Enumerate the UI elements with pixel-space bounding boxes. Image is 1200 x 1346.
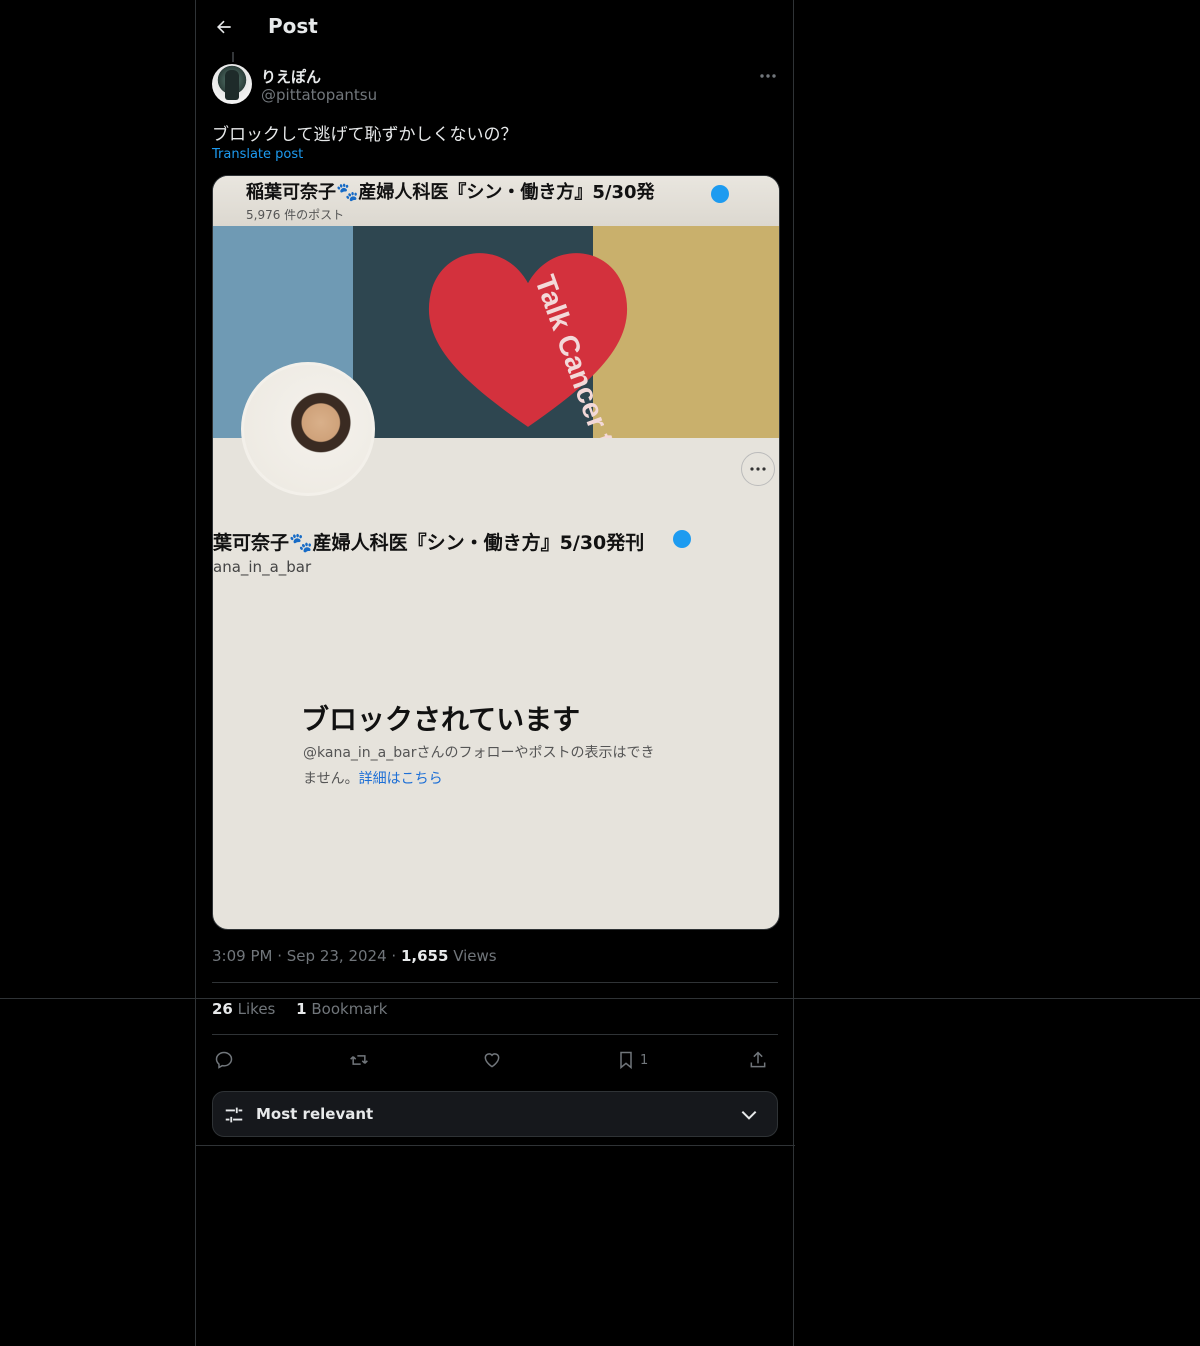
- media-post-count: 5,976 件のポスト: [246, 208, 345, 222]
- divider: [196, 1145, 795, 1146]
- blocked-desc: @kana_in_a_barさんのフォローやポストの表示はでき: [303, 745, 655, 761]
- blocked-title: ブロックされています: [301, 703, 581, 736]
- post-image[interactable]: Talk Cancer to Save Us 稲葉可奈子🐾産婦人科医『シン・働き…: [212, 175, 780, 930]
- repost-button[interactable]: [348, 1046, 370, 1074]
- avatar[interactable]: [212, 64, 252, 104]
- media-header: 稲葉可奈子🐾産婦人科医『シン・働き方』5/30発 5,976 件のポスト: [213, 176, 779, 226]
- blocked-desc-2: ません。: [303, 771, 359, 787]
- translate-link[interactable]: Translate post: [212, 147, 303, 162]
- more-button[interactable]: [756, 64, 780, 88]
- author-name[interactable]: りえぽん: [261, 66, 321, 87]
- media-profile-name: 葉可奈子🐾産婦人科医『シン・働き方』5/30発刊: [213, 532, 645, 554]
- reply-icon: [215, 1051, 233, 1069]
- sort-dropdown[interactable]: Most relevant: [212, 1091, 778, 1137]
- divider: [212, 982, 778, 983]
- back-button[interactable]: [210, 13, 238, 41]
- views-label: Views: [453, 947, 497, 965]
- media-profile-handle: ana_in_a_bar: [213, 558, 312, 576]
- share-icon: [750, 1051, 766, 1068]
- top-bar: Post: [196, 0, 793, 53]
- sort-label: Most relevant: [256, 1105, 374, 1123]
- views-count: 1,655: [400, 947, 449, 965]
- page-title: Post: [268, 14, 318, 38]
- bookmarks-stat[interactable]: 1 Bookmark: [296, 1000, 387, 1018]
- more-icon: [760, 74, 776, 78]
- main-column: Post りえぽん @pittatopantsu ブロックして逃げて恥ずかしくな…: [195, 0, 795, 1346]
- heart-icon: [484, 1053, 500, 1068]
- media-header-title: 稲葉可奈子🐾産婦人科医『シン・働き方』5/30発: [246, 182, 655, 203]
- bookmark-button[interactable]: 1: [616, 1046, 648, 1074]
- bookmark-count: 1: [640, 1052, 649, 1068]
- divider: [212, 1034, 778, 1035]
- verified-icon-2: [673, 530, 691, 548]
- bookmark-icon: [620, 1051, 632, 1070]
- media-more-icon: [741, 452, 775, 486]
- reply-button[interactable]: [214, 1046, 234, 1074]
- thread-line: [232, 52, 234, 62]
- profile-photo: [241, 362, 375, 496]
- post-time[interactable]: 3:09 PM: [212, 947, 272, 965]
- author-handle[interactable]: @pittatopantsu: [261, 86, 377, 104]
- post-text: ブロックして逃げて恥ずかしくないの？: [212, 125, 518, 145]
- heart-shape: Talk Cancer to Save Us: [428, 253, 643, 438]
- post-meta: 3:09 PM · Sep 23, 2024 · 1,655 Views: [212, 947, 497, 965]
- post-date[interactable]: Sep 23, 2024: [287, 947, 387, 965]
- repost-icon: [350, 1055, 368, 1065]
- arrow-left-icon: [217, 20, 231, 34]
- sliders-icon: [225, 1107, 243, 1123]
- likes-stat[interactable]: 26 Likes: [212, 1000, 275, 1018]
- share-button[interactable]: [748, 1046, 768, 1074]
- chevron-down-icon: [741, 1110, 757, 1120]
- verified-icon: [711, 185, 729, 203]
- action-bar: 1: [212, 1046, 778, 1074]
- blocked-learn-more: 詳細はこちら: [358, 771, 443, 787]
- engagement-stats: 26 Likes 1 Bookmark: [212, 1000, 387, 1018]
- like-button[interactable]: [482, 1046, 502, 1074]
